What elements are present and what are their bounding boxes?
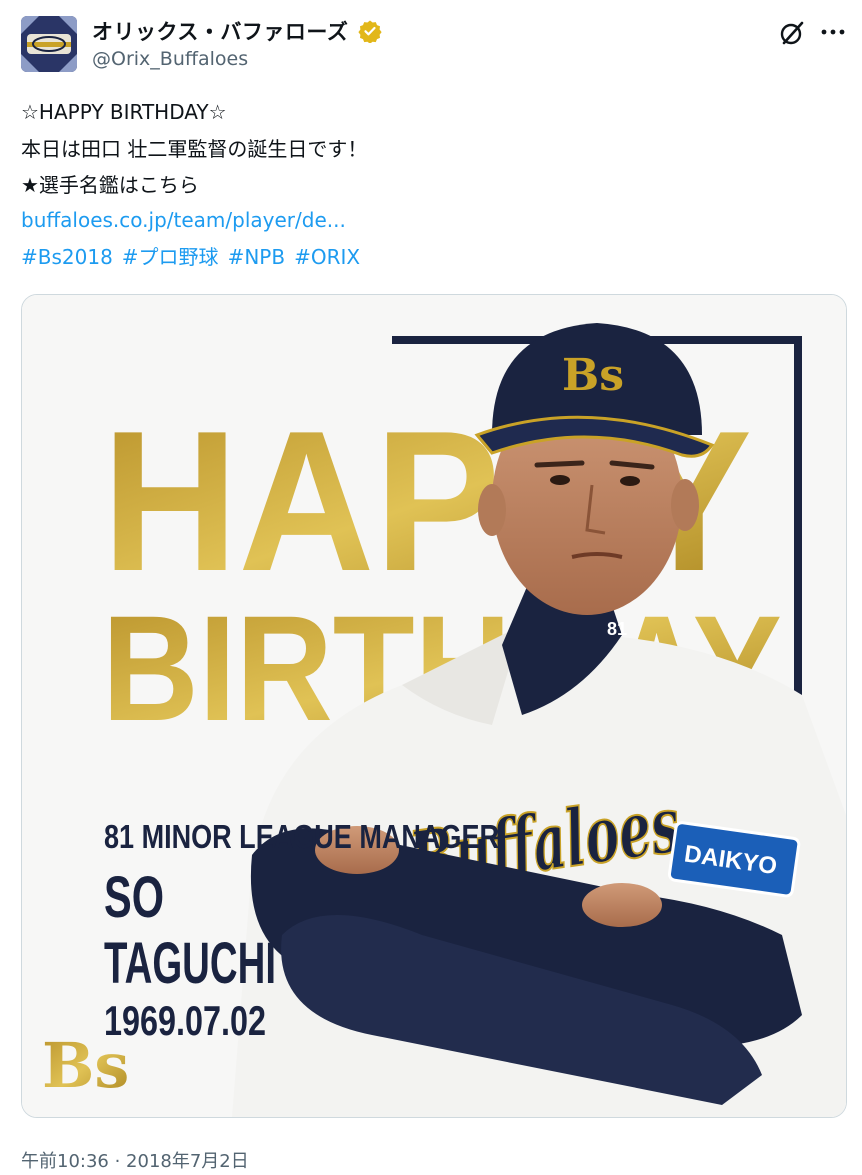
author-avatar[interactable] <box>21 16 77 72</box>
tweet-text-line-3: ★選手名鑑はこちら <box>21 173 199 197</box>
hashtag-npb[interactable]: #NPB <box>228 245 286 269</box>
last-name: TAGUCHI <box>104 931 276 996</box>
buffaloes-logo-avatar <box>21 16 77 72</box>
hashtag-pro-yakyu[interactable]: #プロ野球 <box>122 245 219 269</box>
collar-number: 81 <box>607 619 627 639</box>
tweet-link[interactable]: buffaloes.co.jp/team/player/de... <box>21 209 346 231</box>
hashtag-bs2018[interactable]: #Bs2018 <box>21 245 113 269</box>
grok-icon[interactable] <box>778 19 806 47</box>
cap-logo: Bs <box>562 350 624 401</box>
tweet-text-line-2: 本日は田口 壮二軍監督の誕生日です！ <box>21 137 368 161</box>
more-icon[interactable] <box>818 20 848 44</box>
hashtag-orix[interactable]: #ORIX <box>294 245 360 269</box>
bs-logo: Bs <box>42 1029 129 1102</box>
hashtag-row: #Bs2018 #プロ野球 #NPB #ORIX <box>21 246 369 268</box>
verified-badge-icon <box>358 20 382 43</box>
author-name[interactable]: オリックス・バファローズ <box>92 16 348 46</box>
role-label: 81 MINOR LEAGUE MANAGER <box>104 818 499 855</box>
tweet-timestamp[interactable]: 午前10:36 · 2018年7月2日 <box>21 1147 249 1173</box>
first-name: SO <box>104 865 164 930</box>
author-handle[interactable]: @Orix_Buffaloes <box>92 48 248 70</box>
tweet-text-line-1: ☆HAPPY BIRTHDAY☆ <box>21 100 227 124</box>
tweet-media-image[interactable]: HAPPY BIRTHDAY 81 Buffaloes <box>21 294 847 1118</box>
